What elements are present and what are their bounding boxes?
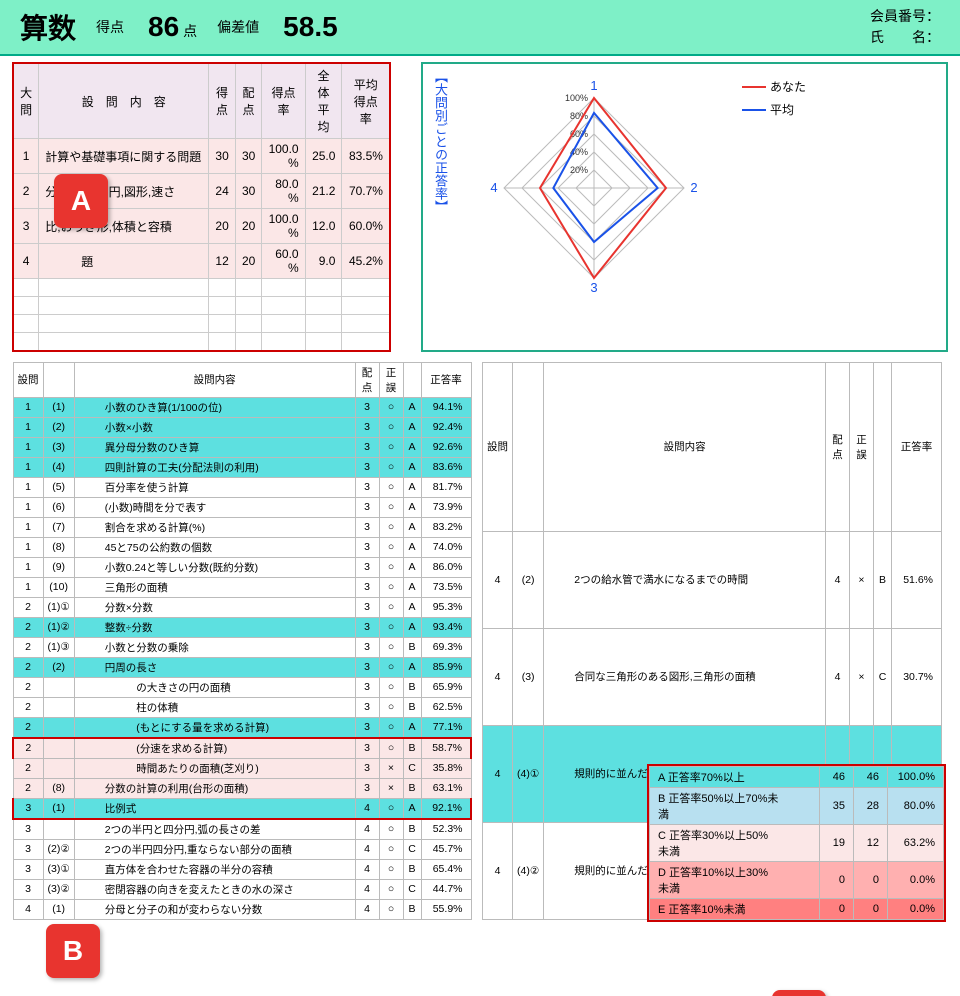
dev-label: 偏差値 (217, 17, 259, 37)
svg-text:1: 1 (590, 78, 597, 93)
svg-text:100%: 100% (565, 93, 588, 103)
section-a-table: 大問設 問 内 容得点配点得点率全体平均平均得点率1計算や基礎事項に関する問題3… (12, 62, 391, 352)
summary-table: A 正答率70%以上4646100.0%B 正答率50%以上70%未満35288… (647, 764, 946, 922)
radar-legend: あなた 平均 (738, 68, 810, 346)
name-label: 氏 名： (870, 27, 940, 48)
score-unit: 点 (183, 23, 197, 39)
member-no-label: 会員番号： (870, 6, 940, 27)
svg-text:2: 2 (690, 180, 697, 195)
svg-text:3: 3 (590, 280, 597, 295)
detail-section: 設問設問内容配点正誤正答率1(1)小数のひき算(1/100の位)3○A94.1%… (0, 352, 960, 920)
report-header: 算数 得点 86点 偏差値 58.5 会員番号： 氏 名： (0, 0, 960, 56)
subject-title: 算数 (20, 7, 76, 47)
callout-badge-c: C (772, 990, 826, 996)
score-label: 得点 (96, 17, 124, 37)
detail-table-left: 設問設問内容配点正誤正答率1(1)小数のひき算(1/100の位)3○A94.1%… (12, 362, 472, 920)
radar-panel: 【大問別ごとの正答率】 20%40%60%80%100%1234 あなた 平均 (421, 62, 948, 352)
callout-badge-b: B (46, 924, 100, 978)
radar-vlabel: 【大問別ごとの正答率】 (431, 68, 450, 346)
dev-value: 58.5 (283, 11, 338, 43)
score-value: 86 (148, 11, 179, 42)
callout-badge-a: A (54, 174, 108, 228)
member-info: 会員番号： 氏 名： (870, 6, 940, 48)
legend-avg: 平均 (770, 101, 794, 118)
legend-you: あなた (770, 78, 806, 95)
radar-chart: 20%40%60%80%100%1234 (454, 68, 734, 298)
svg-text:4: 4 (490, 180, 497, 195)
svg-text:20%: 20% (570, 165, 588, 175)
